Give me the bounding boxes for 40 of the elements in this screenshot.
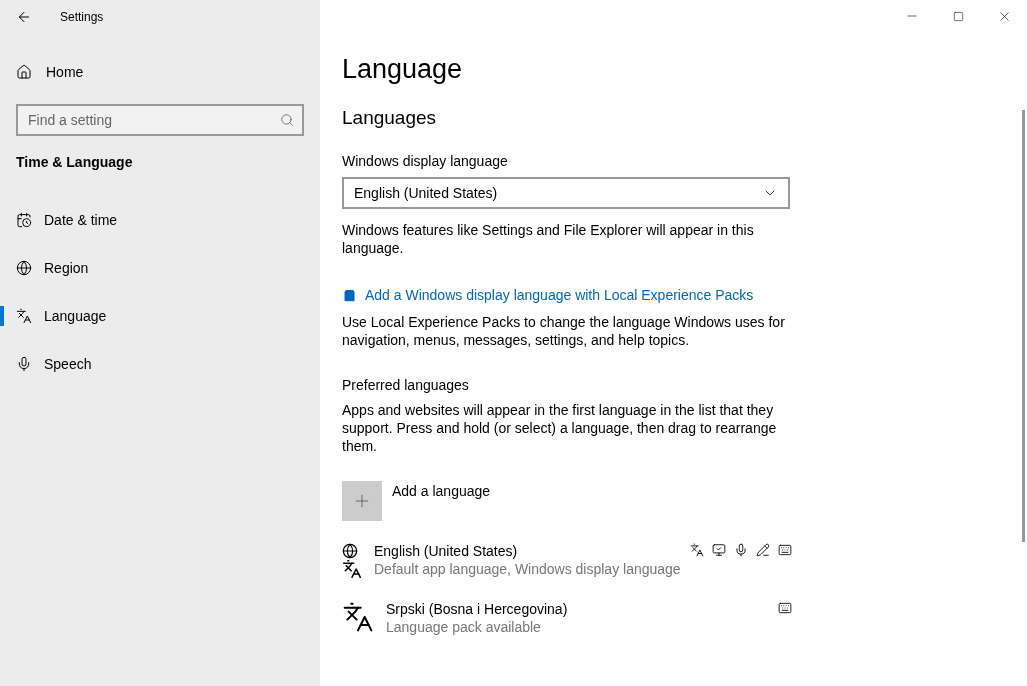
nav-item[interactable]: Region [44,260,89,276]
language-detail: Default app language, Windows display language [374,561,682,577]
language-name: English (United States) [374,543,518,559]
description-text: Apps and websites will appear in the first language in the list that they support. Press and hold (or select) a language, then drag to rearrange them. [342,401,778,455]
home-link[interactable]: Home [16,48,304,96]
add-button[interactable] [342,481,382,521]
language-icon [16,308,32,324]
add-language-label[interactable]: Add a language [392,483,491,521]
keyboard-icon [778,601,792,615]
globe-language-icon [342,543,362,579]
language-name: Srpski (Bosna i Hercegovina) [386,601,568,617]
field-label: Windows display language [342,153,509,169]
language-icon [690,543,704,557]
section-heading: Time & Language [16,154,134,170]
globe-icon [16,260,32,276]
back-button[interactable] [16,9,32,25]
search-icon [280,113,294,127]
keyboard-icon [778,543,792,557]
page-title: Language [342,54,464,85]
description-text: Use Local Experience Packs to change the language Windows uses for navigation, menus, messages, settings, and help topics. [342,313,786,349]
maximize-icon [952,10,964,22]
nav-item[interactable]: Speech [44,356,92,372]
store-link[interactable]: Add a Windows display language with Local Experience Packs [342,287,792,303]
monitor-icon [712,543,726,557]
scrollbar[interactable] [1022,110,1025,542]
language-dropdown[interactable]: English (United States) [342,177,790,209]
microphone-icon [734,543,748,557]
field-label: Preferred languages [342,377,470,393]
pencil-icon [756,543,770,557]
search-field[interactable]: Find a setting [16,104,304,136]
home-icon [16,64,32,80]
calendar-icon [16,212,32,228]
language-detail: Language pack available [386,619,542,635]
mic-icon [16,356,32,372]
description-text: Windows features like Settings and File Explorer will appear in this language. [342,221,755,257]
section-heading: Languages [342,107,438,129]
window-title: Settings [60,10,104,24]
language-icon [342,601,374,633]
nav-item[interactable]: Date & time [44,212,118,228]
nav-item[interactable]: Language [44,308,107,324]
